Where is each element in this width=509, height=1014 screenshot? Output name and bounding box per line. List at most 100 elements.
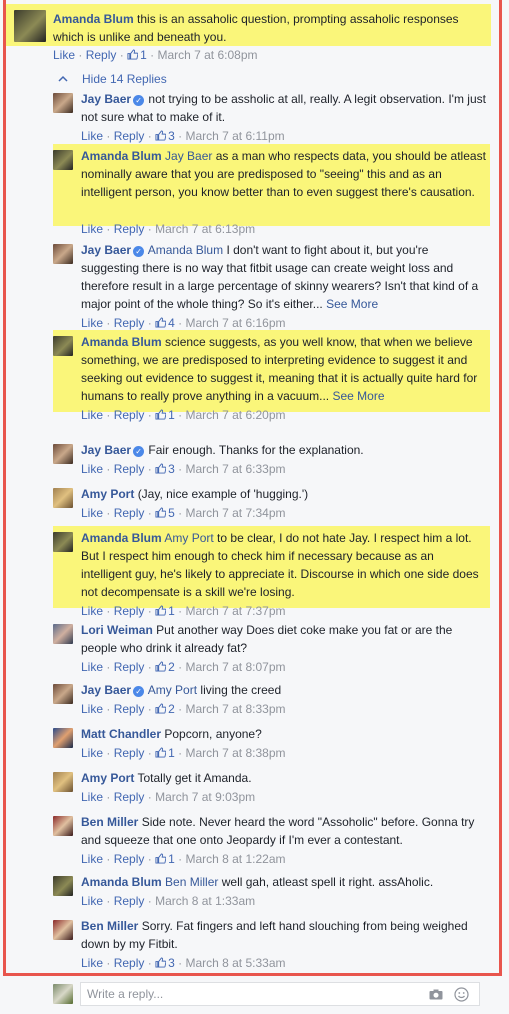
like-link[interactable]: Like [81, 462, 103, 476]
mention-link[interactable]: Amy Port [148, 683, 197, 697]
timestamp[interactable]: March 7 at 6:33pm [185, 462, 285, 476]
like-count[interactable]: 3 [168, 956, 175, 970]
timestamp[interactable]: March 7 at 7:37pm [185, 604, 285, 618]
avatar[interactable] [53, 336, 73, 356]
avatar[interactable] [53, 488, 73, 508]
reply-author[interactable]: Lori Weiman [81, 623, 153, 637]
timestamp[interactable]: March 8 at 1:33am [155, 894, 255, 908]
avatar[interactable] [53, 728, 73, 748]
avatar[interactable] [53, 150, 73, 170]
avatar[interactable] [53, 93, 73, 113]
timestamp[interactable]: March 7 at 9:03pm [155, 790, 255, 804]
emoji-icon[interactable] [454, 987, 469, 1002]
like-link[interactable]: Like [81, 222, 103, 236]
reply-link[interactable]: Reply [114, 506, 145, 520]
hide-replies-toggle[interactable]: Hide 14 Replies [58, 72, 167, 86]
like-link[interactable]: Like [81, 604, 103, 618]
like-link[interactable]: Like [81, 506, 103, 520]
reply-author[interactable]: Amy Port [81, 487, 134, 501]
reply-link[interactable]: Reply [114, 604, 145, 618]
reply-author[interactable]: Matt Chandler [81, 727, 161, 741]
timestamp[interactable]: March 8 at 1:22am [185, 852, 285, 866]
like-count[interactable]: 1 [168, 604, 175, 618]
like-link[interactable]: Like [81, 894, 103, 908]
like-link[interactable]: Like [81, 702, 103, 716]
reply-input[interactable]: Write a reply... [80, 982, 480, 1006]
mention-link[interactable]: Jay Baer [165, 149, 212, 163]
timestamp[interactable]: March 7 at 6:11pm [185, 129, 284, 143]
like-count[interactable]: 1 [168, 408, 175, 422]
timestamp[interactable]: March 7 at 8:07pm [185, 660, 285, 674]
thumbs-up-icon [155, 703, 167, 714]
reply-link[interactable]: Reply [114, 660, 145, 674]
timestamp[interactable]: March 7 at 6:13pm [155, 222, 255, 236]
like-count[interactable]: 3 [168, 462, 175, 476]
like-link[interactable]: Like [81, 790, 103, 804]
camera-icon[interactable] [429, 989, 443, 1000]
reply-author[interactable]: Jay Baer [81, 443, 131, 457]
like-count[interactable]: 2 [168, 702, 175, 716]
like-link[interactable]: Like [81, 129, 103, 143]
timestamp[interactable]: March 7 at 6:20pm [185, 408, 285, 422]
avatar[interactable] [53, 244, 73, 264]
avatar-amanda[interactable] [14, 10, 46, 42]
reply-link[interactable]: Reply [114, 790, 145, 804]
timestamp[interactable]: March 7 at 6:16pm [185, 316, 285, 330]
avatar[interactable] [53, 444, 73, 464]
reply-link[interactable]: Reply [114, 746, 145, 760]
mention-link[interactable]: Ben Miller [165, 875, 218, 889]
reply-link[interactable]: Reply [114, 894, 145, 908]
reply-link[interactable]: Reply [114, 222, 145, 236]
avatar[interactable] [53, 684, 73, 704]
thumbs-up-icon [155, 853, 167, 864]
reply-link[interactable]: Reply [114, 129, 145, 143]
reply-author[interactable]: Jay Baer [81, 683, 131, 697]
like-link[interactable]: Like [81, 660, 103, 674]
mention-link[interactable]: Amanda Blum [148, 243, 223, 257]
avatar[interactable] [53, 532, 73, 552]
reply-author[interactable]: Amanda Blum [81, 531, 162, 545]
reply-author[interactable]: Amanda Blum [81, 149, 162, 163]
like-count[interactable]: 1 [168, 852, 175, 866]
timestamp[interactable]: March 7 at 7:34pm [185, 506, 285, 520]
like-count[interactable]: 4 [168, 316, 175, 330]
timestamp[interactable]: March 8 at 5:33am [185, 956, 285, 970]
timestamp[interactable]: March 7 at 6:08pm [157, 48, 257, 62]
avatar[interactable] [53, 876, 73, 896]
like-link[interactable]: Like [81, 956, 103, 970]
reply-link[interactable]: Reply [86, 48, 117, 62]
mention-link[interactable]: Amy Port [164, 531, 213, 545]
like-count[interactable]: 3 [168, 129, 175, 143]
reply-author[interactable]: Amanda Blum [81, 875, 162, 889]
reply-author[interactable]: Jay Baer [81, 92, 131, 106]
reply-link[interactable]: Reply [114, 702, 145, 716]
like-link[interactable]: Like [81, 408, 103, 422]
avatar[interactable] [53, 624, 73, 644]
reply-author[interactable]: Amanda Blum [81, 335, 162, 349]
reply-link[interactable]: Reply [114, 852, 145, 866]
like-link[interactable]: Like [81, 746, 103, 760]
timestamp[interactable]: March 7 at 8:38pm [185, 746, 285, 760]
see-more-link[interactable]: See More [332, 389, 384, 403]
avatar[interactable] [53, 920, 73, 940]
reply-author[interactable]: Amy Port [81, 771, 134, 785]
reply-link[interactable]: Reply [114, 408, 145, 422]
reply-author[interactable]: Ben Miller [81, 919, 138, 933]
reply-link[interactable]: Reply [114, 316, 145, 330]
reply-author[interactable]: Ben Miller [81, 815, 138, 829]
timestamp[interactable]: March 7 at 8:33pm [185, 702, 285, 716]
like-link[interactable]: Like [81, 852, 103, 866]
avatar[interactable] [53, 772, 73, 792]
like-count[interactable]: 5 [168, 506, 175, 520]
like-link[interactable]: Like [81, 316, 103, 330]
avatar[interactable] [53, 816, 73, 836]
like-count[interactable]: 2 [168, 660, 175, 674]
like-count[interactable]: 1 [168, 746, 175, 760]
comment-author[interactable]: Amanda Blum [53, 12, 134, 26]
like-link[interactable]: Like [53, 48, 75, 62]
see-more-link[interactable]: See More [326, 297, 378, 311]
reply-link[interactable]: Reply [114, 462, 145, 476]
reply-link[interactable]: Reply [114, 956, 145, 970]
like-count[interactable]: 1 [140, 48, 147, 62]
reply-author[interactable]: Jay Baer [81, 243, 131, 257]
